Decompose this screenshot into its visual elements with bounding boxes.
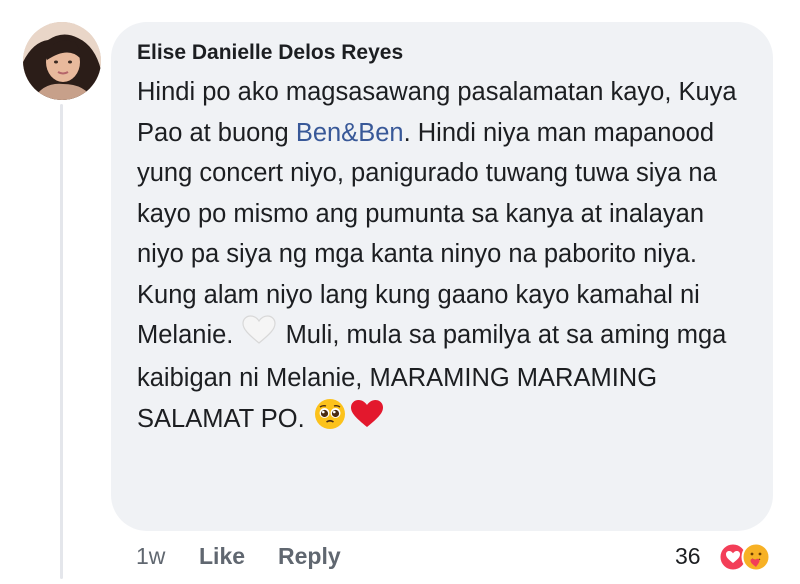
comment-footer: 1w Like Reply 36	[136, 536, 786, 576]
comment-text-part: . Hindi niya man mapanood yung concert n…	[137, 118, 717, 350]
like-button[interactable]: Like	[199, 536, 245, 576]
reply-button[interactable]: Reply	[278, 536, 341, 576]
avatar-photo	[23, 22, 101, 100]
pleading-face-icon	[314, 398, 346, 443]
white-heart-icon	[242, 315, 277, 358]
red-heart-icon	[350, 399, 384, 442]
comment-text: Hindi po ako magsasawang pasalamatan kay…	[137, 72, 751, 443]
comment-author[interactable]: Elise Danielle Delos Reyes	[137, 40, 751, 66]
thread-line	[60, 104, 63, 579]
comment-bubble: Elise Danielle Delos Reyes Hindi po ako …	[111, 22, 773, 531]
reaction-summary[interactable]	[718, 542, 778, 572]
avatar[interactable]	[23, 22, 101, 100]
reaction-count[interactable]: 36	[675, 536, 701, 576]
comment-timestamp[interactable]: 1w	[136, 536, 165, 576]
mention-link[interactable]: Ben&Ben	[296, 119, 404, 147]
care-reaction-icon	[741, 542, 771, 572]
